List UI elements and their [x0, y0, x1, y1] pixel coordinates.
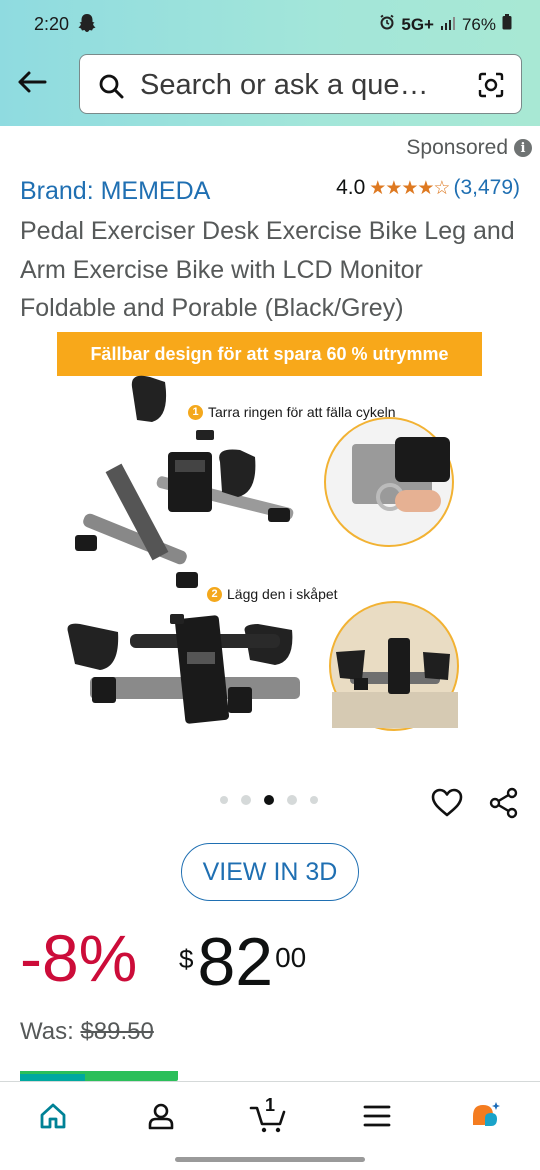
carousel-dot[interactable]: [287, 795, 297, 805]
share-button[interactable]: [487, 786, 521, 825]
rating-count: (3,479): [453, 176, 520, 199]
was-price: $89.50: [80, 1018, 154, 1045]
battery-icon: [502, 14, 512, 35]
nav-account[interactable]: [141, 1098, 181, 1138]
signal-icon: [440, 15, 456, 35]
nav-home[interactable]: [33, 1098, 73, 1138]
cart-icon: 1: [249, 1095, 287, 1134]
price-whole: 82: [197, 924, 274, 1000]
bike-upright-illustration: [75, 375, 294, 588]
status-right: 5G+ 76%: [379, 14, 512, 35]
sponsored-text: Sponsored: [406, 136, 508, 159]
bottom-navigation: 1: [0, 1081, 540, 1151]
back-arrow-icon: [17, 70, 47, 99]
snapchat-icon: [78, 13, 96, 38]
price-fraction: 00: [275, 942, 307, 973]
network-label: 5G+: [401, 14, 434, 34]
was-label: Was:: [20, 1018, 81, 1045]
price-symbol: $: [179, 944, 194, 974]
heart-icon: [430, 788, 464, 824]
nav-rufus-assistant[interactable]: [466, 1098, 506, 1138]
carousel-dot[interactable]: [310, 796, 318, 804]
price: $ 82 00: [179, 922, 306, 1002]
search-input[interactable]: Search or ask a que…: [79, 54, 522, 114]
status-bar: 2:20 5G+ 76%: [0, 0, 540, 50]
product-image[interactable]: [40, 332, 500, 762]
cabinet-detail-illustration: [329, 601, 459, 731]
person-icon: [146, 1101, 176, 1136]
brand-link[interactable]: Brand: MEMEDA: [20, 177, 210, 206]
cart-count: 1: [265, 1095, 276, 1115]
carousel-dot[interactable]: [241, 795, 251, 805]
alarm-icon: [379, 14, 395, 35]
star-rating-icon: ★★★★☆: [369, 177, 450, 199]
product-title[interactable]: Pedal Exerciser Desk Exercise Bike Leg a…: [20, 212, 525, 328]
search-icon: [98, 73, 124, 104]
carousel-dot-active[interactable]: [264, 795, 274, 805]
hamburger-menu-icon: [362, 1103, 392, 1134]
info-icon: i: [514, 139, 532, 157]
home-icon: [38, 1101, 68, 1136]
ring-detail-illustration: [324, 417, 454, 547]
wishlist-button[interactable]: [430, 786, 464, 825]
bike-folded-illustration: [67, 614, 300, 724]
rating-summary[interactable]: 4.0 ★★★★☆ (3,479): [336, 176, 520, 200]
carousel-dots[interactable]: [220, 795, 318, 805]
share-icon: [487, 787, 521, 824]
sponsored-label[interactable]: Sponsored i: [406, 136, 532, 160]
home-indicator[interactable]: [175, 1157, 365, 1162]
search-placeholder: Search or ask a que…: [140, 69, 429, 101]
rufus-assistant-icon: [469, 1100, 503, 1137]
was-price-row: Was: $89.50: [20, 1018, 154, 1046]
status-time: 2:20: [34, 14, 70, 34]
camera-search-icon[interactable]: [477, 71, 505, 104]
battery-percent: 76%: [461, 14, 496, 34]
view-in-3d-button[interactable]: VIEW IN 3D: [181, 843, 359, 901]
back-button[interactable]: [14, 66, 50, 102]
carousel-dot[interactable]: [220, 796, 228, 804]
nav-cart[interactable]: 1: [248, 1095, 288, 1138]
rating-value: 4.0: [336, 176, 366, 199]
discount-percent: -8%: [20, 921, 138, 995]
nav-menu[interactable]: [357, 1098, 397, 1138]
search-header: Search or ask a que…: [0, 50, 540, 126]
